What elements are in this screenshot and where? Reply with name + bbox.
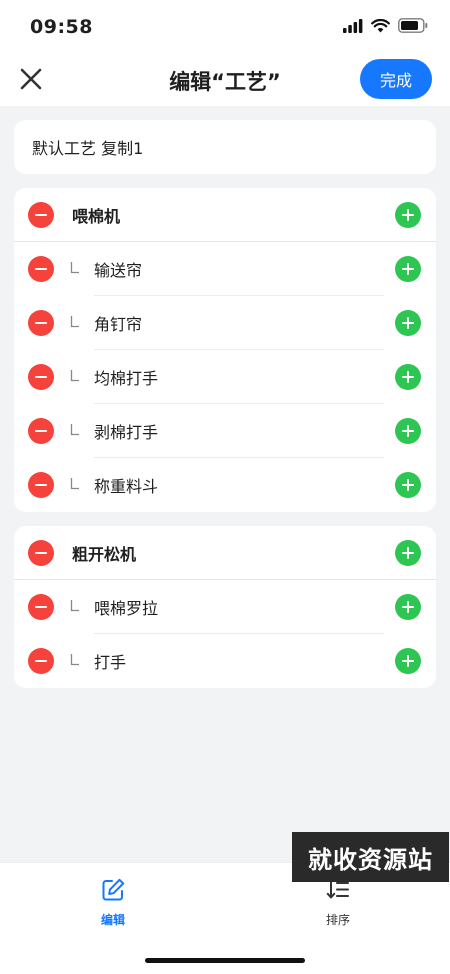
close-icon (20, 68, 42, 90)
branch-corner-icon (70, 600, 79, 612)
remove-item-button[interactable] (28, 648, 54, 674)
status-icons (343, 18, 428, 33)
add-item-button[interactable] (395, 364, 421, 390)
add-item-button[interactable] (395, 594, 421, 620)
tab-sort[interactable]: 排序 (298, 877, 378, 928)
child-item-label: 输送帘 (94, 261, 143, 280)
child-item-label: 打手 (94, 653, 127, 672)
nav-bar: 编辑“工艺” 完成 (0, 52, 450, 106)
process-group-card: 粗开松机 喂棉罗拉 打手 (14, 526, 436, 688)
edit-icon (102, 878, 125, 901)
group-row: 粗开松机 (14, 526, 436, 580)
group-name: 粗开松机 (72, 544, 137, 564)
group-row: 喂棉机 (14, 188, 436, 242)
tab-edit[interactable]: 编辑 (73, 877, 153, 928)
add-child-button[interactable] (395, 539, 421, 566)
child-row: 喂棉罗拉 (14, 580, 436, 634)
home-indicator (145, 958, 305, 963)
add-item-button[interactable] (395, 472, 421, 498)
watermark: 就收资源站 (292, 832, 449, 882)
battery-icon (398, 18, 428, 33)
child-row: 角钉帘 (14, 296, 436, 350)
branch-corner-icon (70, 478, 79, 490)
remove-item-button[interactable] (28, 256, 54, 282)
remove-item-button[interactable] (28, 364, 54, 390)
child-row: 打手 (14, 634, 436, 688)
wifi-icon (371, 18, 390, 32)
status-bar: 09:58 (0, 0, 450, 52)
add-item-button[interactable] (395, 418, 421, 444)
add-item-button[interactable] (395, 648, 421, 674)
status-time: 09:58 (30, 16, 93, 38)
child-row: 均棉打手 (14, 350, 436, 404)
branch-corner-icon (70, 370, 79, 382)
remove-item-button[interactable] (28, 472, 54, 498)
child-row: 输送帘 (14, 242, 436, 296)
close-button[interactable] (16, 64, 46, 94)
branch-corner-icon (70, 316, 79, 328)
child-item-label: 称重料斗 (94, 477, 159, 496)
remove-item-button[interactable] (28, 310, 54, 336)
child-row: 剥棉打手 (14, 404, 436, 458)
group-name: 喂棉机 (72, 206, 121, 226)
tab-sort-label: 排序 (325, 913, 350, 927)
child-item-label: 角钉帘 (94, 315, 143, 334)
remove-group-button[interactable] (28, 539, 54, 566)
branch-corner-icon (70, 262, 79, 274)
remove-group-button[interactable] (28, 201, 54, 228)
child-item-label: 剥棉打手 (94, 423, 159, 442)
child-row: 称重料斗 (14, 458, 436, 512)
process-name-field[interactable]: 默认工艺 复制1 (14, 120, 436, 174)
signal-icon (343, 18, 363, 33)
branch-corner-icon (70, 424, 79, 436)
add-item-button[interactable] (395, 256, 421, 282)
add-child-button[interactable] (395, 201, 421, 228)
remove-item-button[interactable] (28, 418, 54, 444)
add-item-button[interactable] (395, 310, 421, 336)
remove-item-button[interactable] (28, 594, 54, 620)
tab-edit-label: 编辑 (100, 913, 125, 927)
child-item-label: 喂棉罗拉 (94, 599, 159, 618)
process-group-card: 喂棉机 输送帘 角钉帘 均棉打手 剥棉打手 称重料斗 (14, 188, 436, 512)
done-button[interactable]: 完成 (360, 59, 432, 99)
child-item-label: 均棉打手 (94, 369, 159, 388)
branch-corner-icon (70, 654, 79, 666)
